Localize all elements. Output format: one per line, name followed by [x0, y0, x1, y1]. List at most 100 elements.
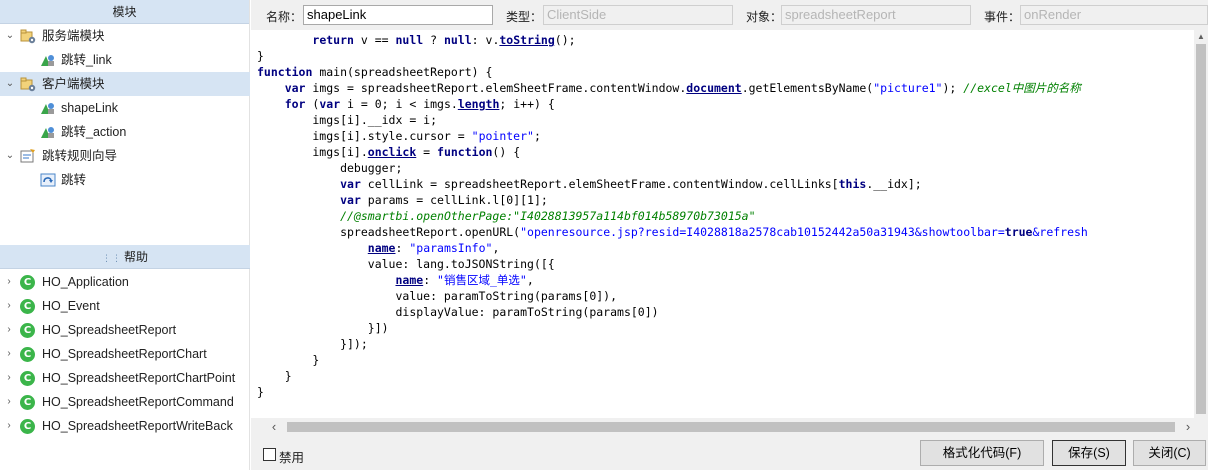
vertical-scrollbar[interactable]: ▲: [1194, 30, 1208, 418]
code-token: &refresh: [1032, 225, 1088, 239]
code-line: for (var i = 0; i < imgs.length; i++) {: [257, 96, 1088, 112]
code-token: (: [305, 97, 320, 111]
object-input: spreadsheetReport: [781, 5, 971, 25]
scroll-left-icon[interactable]: ‹: [267, 418, 281, 436]
chevron-right-icon[interactable]: ›: [3, 294, 15, 318]
help-header-label: 帮助: [123, 250, 148, 264]
horizontal-scroll-thumb[interactable]: [287, 422, 1175, 432]
class-icon: C: [20, 275, 35, 290]
code-token: .__idx];: [866, 177, 922, 191]
help-item-ho-spreadsheetreportwriteback[interactable]: › C HO_SpreadsheetReportWriteBack: [0, 414, 250, 438]
code-token: return: [312, 33, 354, 47]
chevron-down-icon[interactable]: ⌄: [4, 144, 16, 168]
code-line: var cellLink = spreadsheetReport.elemShe…: [257, 176, 1088, 192]
event-input: onRender: [1020, 5, 1208, 25]
chevron-right-icon[interactable]: ›: [3, 318, 15, 342]
chevron-down-icon[interactable]: ⌄: [4, 72, 16, 96]
tree-node-label: 跳转_link: [61, 53, 112, 67]
chevron-right-icon[interactable]: ›: [3, 342, 15, 366]
class-icon: C: [20, 323, 35, 338]
tree-node-jump-action[interactable]: 跳转_action: [0, 120, 250, 144]
scroll-right-icon[interactable]: ›: [1181, 418, 1195, 436]
code-token: "paramsInfo": [409, 241, 493, 255]
code-token: var: [340, 177, 361, 191]
code-line: imgs[i].style.cursor = "pointer";: [257, 128, 1088, 144]
code-line: }: [257, 384, 1088, 400]
code-token: null: [395, 33, 424, 47]
tree-node-jump[interactable]: 跳转: [0, 168, 250, 192]
type-input: ClientSide: [543, 5, 733, 25]
code-token: null: [443, 33, 472, 47]
help-item-ho-spreadsheetreportchartpoint[interactable]: › C HO_SpreadsheetReportChartPoint: [0, 366, 250, 390]
tree-node-server-module[interactable]: ⌄ 服务端模块: [0, 24, 250, 48]
code-token: =: [416, 145, 438, 159]
tree-node-jump-link[interactable]: 跳转_link: [0, 48, 250, 72]
code-token: ;: [533, 129, 541, 143]
code-token: //@smartbi.openOtherPage:"I4028813957a11…: [340, 209, 756, 223]
help-item-ho-event[interactable]: › C HO_Event: [0, 294, 250, 318]
chevron-right-icon[interactable]: ›: [3, 390, 15, 414]
help-item-ho-application[interactable]: › C HO_Application: [0, 270, 250, 294]
code-token: imgs[i].__idx = i;: [257, 113, 438, 127]
code-token: :: [423, 273, 438, 287]
horizontal-scrollbar[interactable]: ‹ ›: [251, 418, 1208, 436]
tree-node-shapelink[interactable]: shapeLink: [0, 96, 250, 120]
help-item-label: HO_SpreadsheetReportWriteBack: [42, 419, 233, 433]
jump-icon: [40, 172, 56, 188]
chevron-right-icon[interactable]: ›: [3, 414, 15, 438]
code-token: v ==: [353, 33, 396, 47]
code-token: function: [257, 65, 313, 79]
class-icon: C: [20, 347, 35, 362]
save-button[interactable]: 保存(S): [1052, 440, 1126, 466]
code-token: debugger;: [257, 161, 403, 175]
code-editor[interactable]: return v == null ? null: v.toString();} f…: [251, 30, 1194, 418]
help-header[interactable]: ⋮⋮ 帮助: [0, 245, 250, 269]
code-token: //excel中图片的名称: [963, 81, 1081, 95]
code-text[interactable]: return v == null ? null: v.toString();} f…: [257, 32, 1088, 400]
code-line: }]): [257, 320, 1088, 336]
code-token: imgs[i].style.cursor =: [257, 129, 472, 143]
chevron-right-icon[interactable]: ›: [3, 270, 15, 294]
vertical-scroll-thumb[interactable]: [1196, 44, 1206, 414]
chevron-right-icon[interactable]: ›: [3, 366, 15, 390]
code-line: }: [257, 368, 1088, 384]
code-token: }]): [257, 321, 389, 335]
code-line: var params = cellLink.l[0][1];: [257, 192, 1088, 208]
help-item-label: HO_SpreadsheetReportChartPoint: [42, 371, 236, 385]
code-token: spreadsheetReport.openURL(: [257, 225, 521, 239]
disable-label: 禁用: [279, 451, 305, 465]
code-token: true: [1004, 225, 1033, 239]
tree-node-label: shapeLink: [61, 101, 118, 115]
help-item-ho-spreadsheetreportcommand[interactable]: › C HO_SpreadsheetReportCommand: [0, 390, 250, 414]
help-tree: › C HO_Application › C HO_Event › C HO_S…: [0, 270, 250, 438]
help-item-ho-spreadsheetreportchart[interactable]: › C HO_SpreadsheetReportChart: [0, 342, 250, 366]
tree-node-client-module[interactable]: ⌄ 客户端模块: [0, 72, 250, 96]
code-token: );: [942, 81, 964, 95]
code-token: :: [395, 241, 410, 255]
code-token: var: [319, 97, 341, 111]
code-token: document: [686, 81, 742, 95]
help-item-ho-spreadsheetreport[interactable]: › C HO_SpreadsheetReport: [0, 318, 250, 342]
tree-node-label: 客户端模块: [42, 77, 105, 91]
code-line: var imgs = spreadsheetReport.elemSheetFr…: [257, 80, 1088, 96]
chevron-down-icon[interactable]: ⌄: [4, 24, 16, 48]
name-input[interactable]: shapeLink: [303, 5, 493, 25]
code-token: : v.: [471, 33, 500, 47]
code-token: onclick: [367, 145, 417, 159]
collapse-dots-icon: ⋮⋮: [101, 253, 122, 263]
code-line: imgs[i].__idx = i;: [257, 112, 1088, 128]
code-line: }]);: [257, 336, 1088, 352]
tree-node-label: 跳转规则向导: [42, 149, 118, 163]
tree-node-jump-wizard[interactable]: ⌄ 跳转规则向导: [0, 144, 250, 168]
close-button[interactable]: 关闭(C): [1133, 440, 1206, 466]
format-code-button[interactable]: 格式化代码(F): [920, 440, 1044, 466]
code-token: ,: [526, 273, 534, 287]
code-line: //@smartbi.openOtherPage:"I4028813957a11…: [257, 208, 1088, 224]
scroll-up-icon[interactable]: ▲: [1194, 30, 1208, 44]
code-token: }: [257, 353, 320, 367]
disable-checkbox[interactable]: [263, 448, 276, 461]
